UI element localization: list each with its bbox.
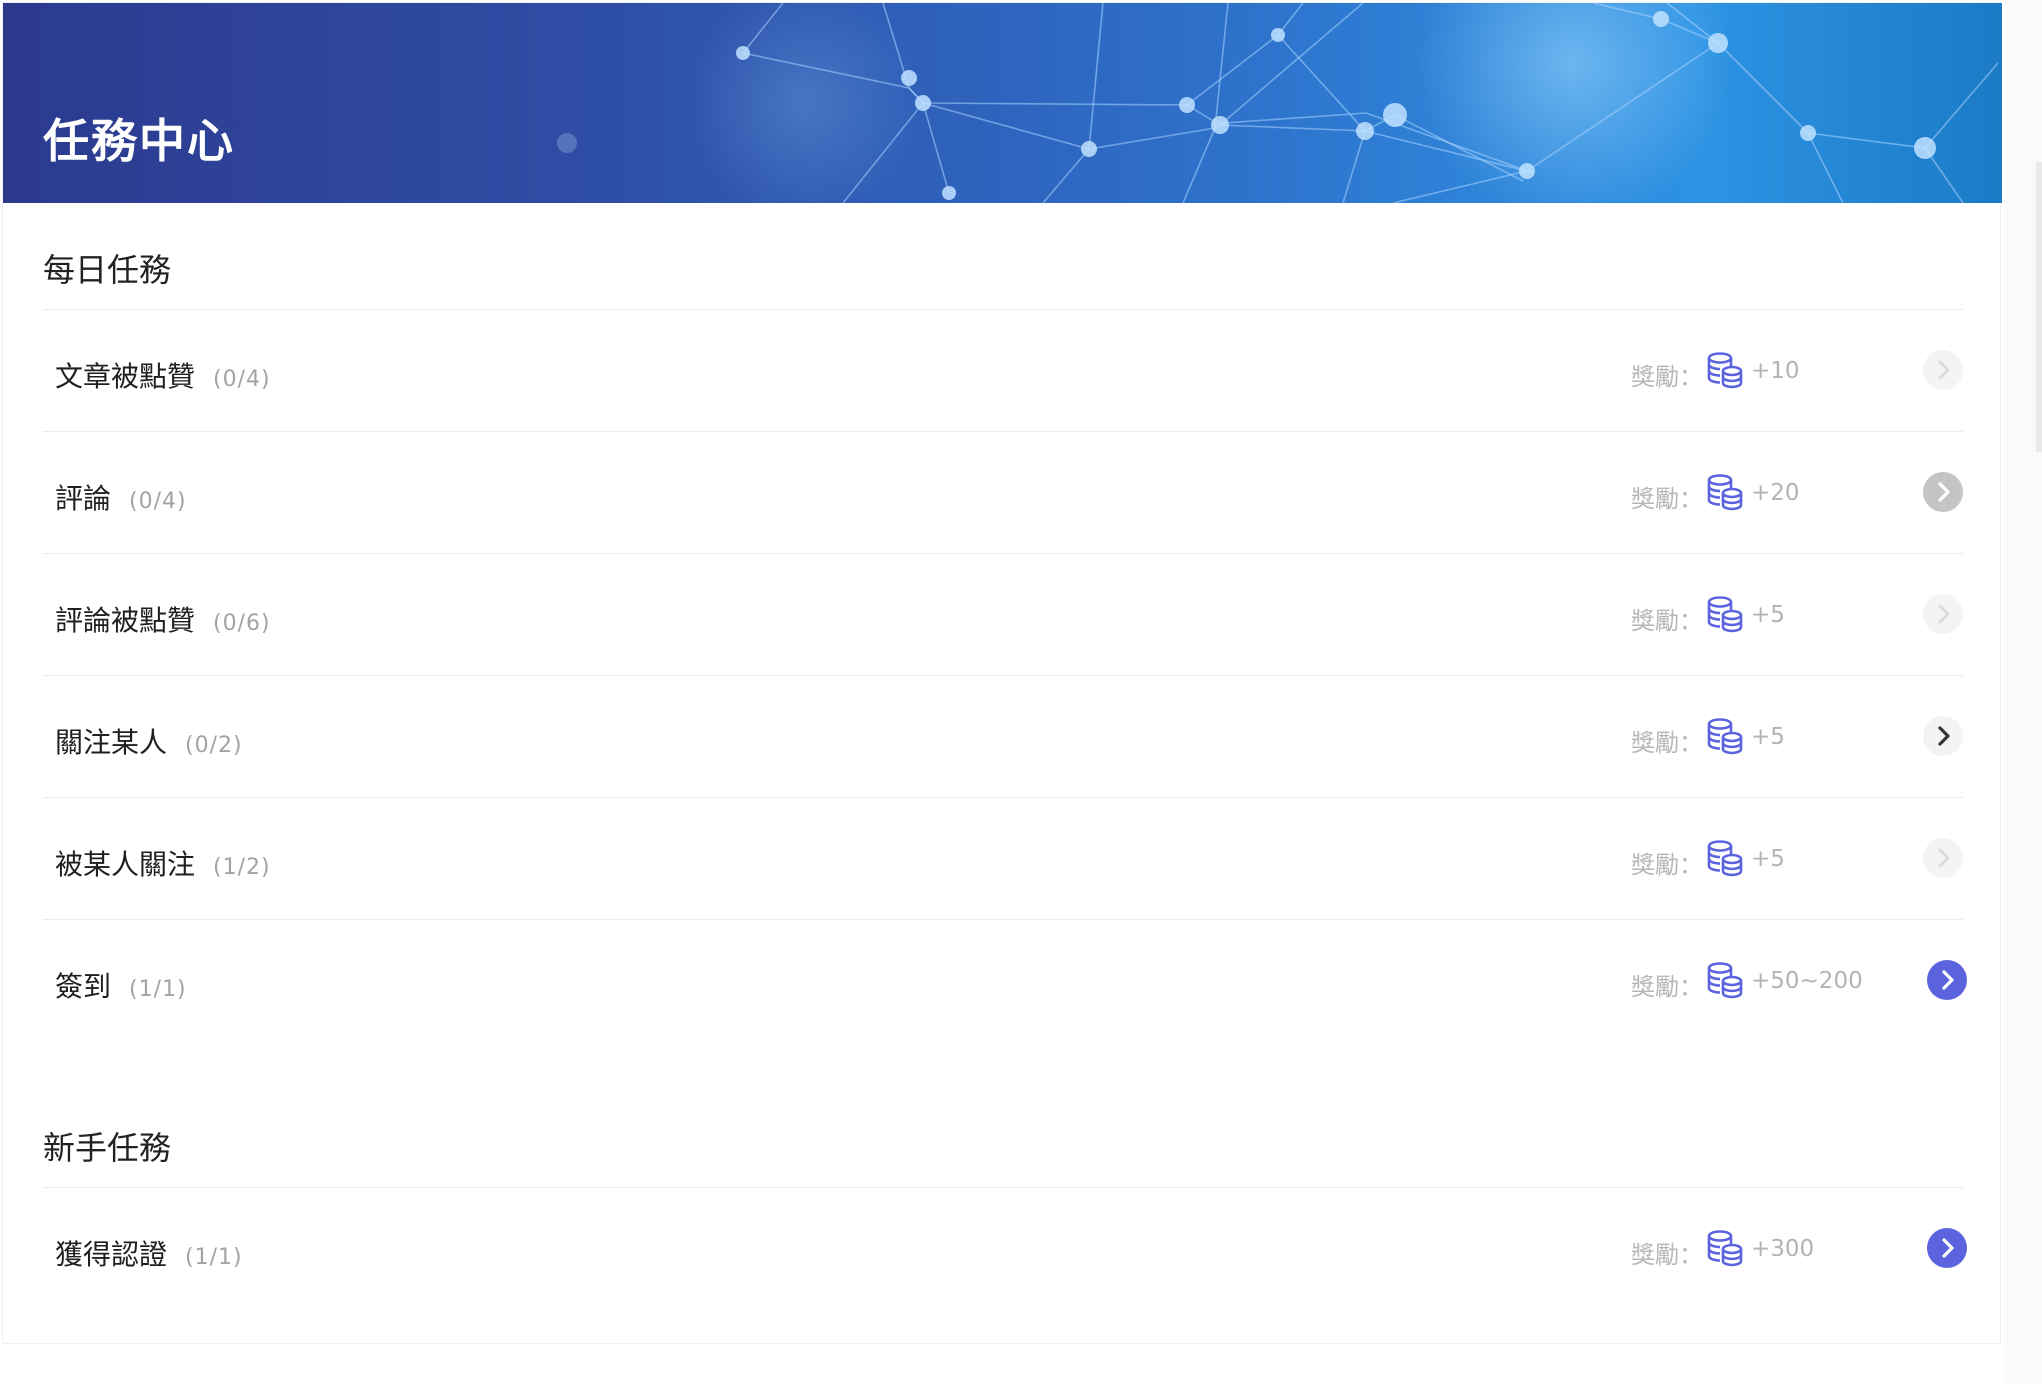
coins-icon [1707,474,1743,511]
scrollbar[interactable] [2036,162,2042,452]
reward-value: +5 [1751,846,1785,872]
page-title: 任務中心 [43,114,235,168]
go-button[interactable] [1927,1228,1967,1268]
coins-icon [1707,596,1743,633]
chevron-right-icon [1942,970,1954,990]
coins-icon [1707,1230,1743,1267]
task-name: 被某人關注 (1/2) [55,848,271,881]
chevron-right-icon [1938,360,1950,380]
coins-icon [1707,840,1743,877]
chevron-right-icon [1942,1238,1954,1258]
task-progress: (0/4) [213,367,271,392]
reward-label: 獎勵： [1631,851,1703,879]
task-row[interactable]: 獲得認證 (1/1) 獎勵： +300 [43,1188,1967,1310]
reward-value: +5 [1751,602,1785,628]
reward-label: 獎勵： [1631,729,1703,757]
task-progress: (0/6) [213,611,271,636]
task-name: 關注某人 (0/2) [55,726,243,759]
network-pattern-decoration [557,3,1999,203]
go-button[interactable] [1923,594,1963,634]
task-row[interactable]: 被某人關注 (1/2) 獎勵： +5 [43,798,1963,920]
chevron-right-icon [1938,726,1950,746]
go-button[interactable] [1923,350,1963,390]
reward-value: +10 [1751,358,1800,384]
task-name: 獲得認證 (1/1) [55,1238,243,1271]
section-title-daily: 每日任務 [43,251,172,289]
go-button[interactable] [1923,716,1963,756]
reward-value: +300 [1751,1236,1815,1262]
reward-label: 獎勵： [1631,607,1703,635]
task-progress: (0/2) [185,733,243,758]
task-name: 文章被點贊 (0/4) [55,360,271,393]
task-name: 簽到 (1/1) [55,970,187,1003]
go-button[interactable] [1923,838,1963,878]
reward-value: +5 [1751,724,1785,750]
task-progress: (0/4) [129,489,187,514]
task-row[interactable]: 文章被點贊 (0/4) 獎勵： +10 [43,310,1963,432]
task-name: 評論被點贊 (0/6) [55,604,271,637]
reward-label: 獎勵： [1631,363,1703,391]
reward-value: +20 [1751,480,1800,506]
go-button[interactable] [1927,960,1967,1000]
chevron-right-icon [1938,482,1950,502]
reward-label: 獎勵： [1631,1241,1703,1269]
task-name: 評論 (0/4) [55,482,187,515]
coins-icon [1707,962,1743,999]
reward-label: 獎勵： [1631,485,1703,513]
task-row[interactable]: 評論 (0/4) 獎勵： +20 [43,432,1963,554]
task-progress: (1/1) [185,1245,243,1270]
header-banner: 任務中心 [3,3,2002,203]
section-title-newbie: 新手任務 [43,1129,172,1167]
reward-label: 獎勵： [1631,973,1703,1001]
chevron-right-icon [1938,848,1950,868]
chevron-right-icon [1938,604,1950,624]
task-progress: (1/1) [129,977,187,1002]
coins-icon [1707,352,1743,389]
task-progress: (1/2) [213,855,271,880]
coins-icon [1707,718,1743,755]
reward-value: +50~200 [1751,968,1863,994]
task-row[interactable]: 關注某人 (0/2) 獎勵： +5 [43,676,1963,798]
go-button[interactable] [1923,472,1963,512]
task-center-panel: 任務中心 每日任務 文章被點贊 (0/4) 獎勵： +10 評論 (0/4) 獎勵：… [2,2,2002,1344]
task-row[interactable]: 簽到 (1/1) 獎勵： +50~200 [43,920,1967,1042]
task-row[interactable]: 評論被點贊 (0/6) 獎勵： +5 [43,554,1963,676]
